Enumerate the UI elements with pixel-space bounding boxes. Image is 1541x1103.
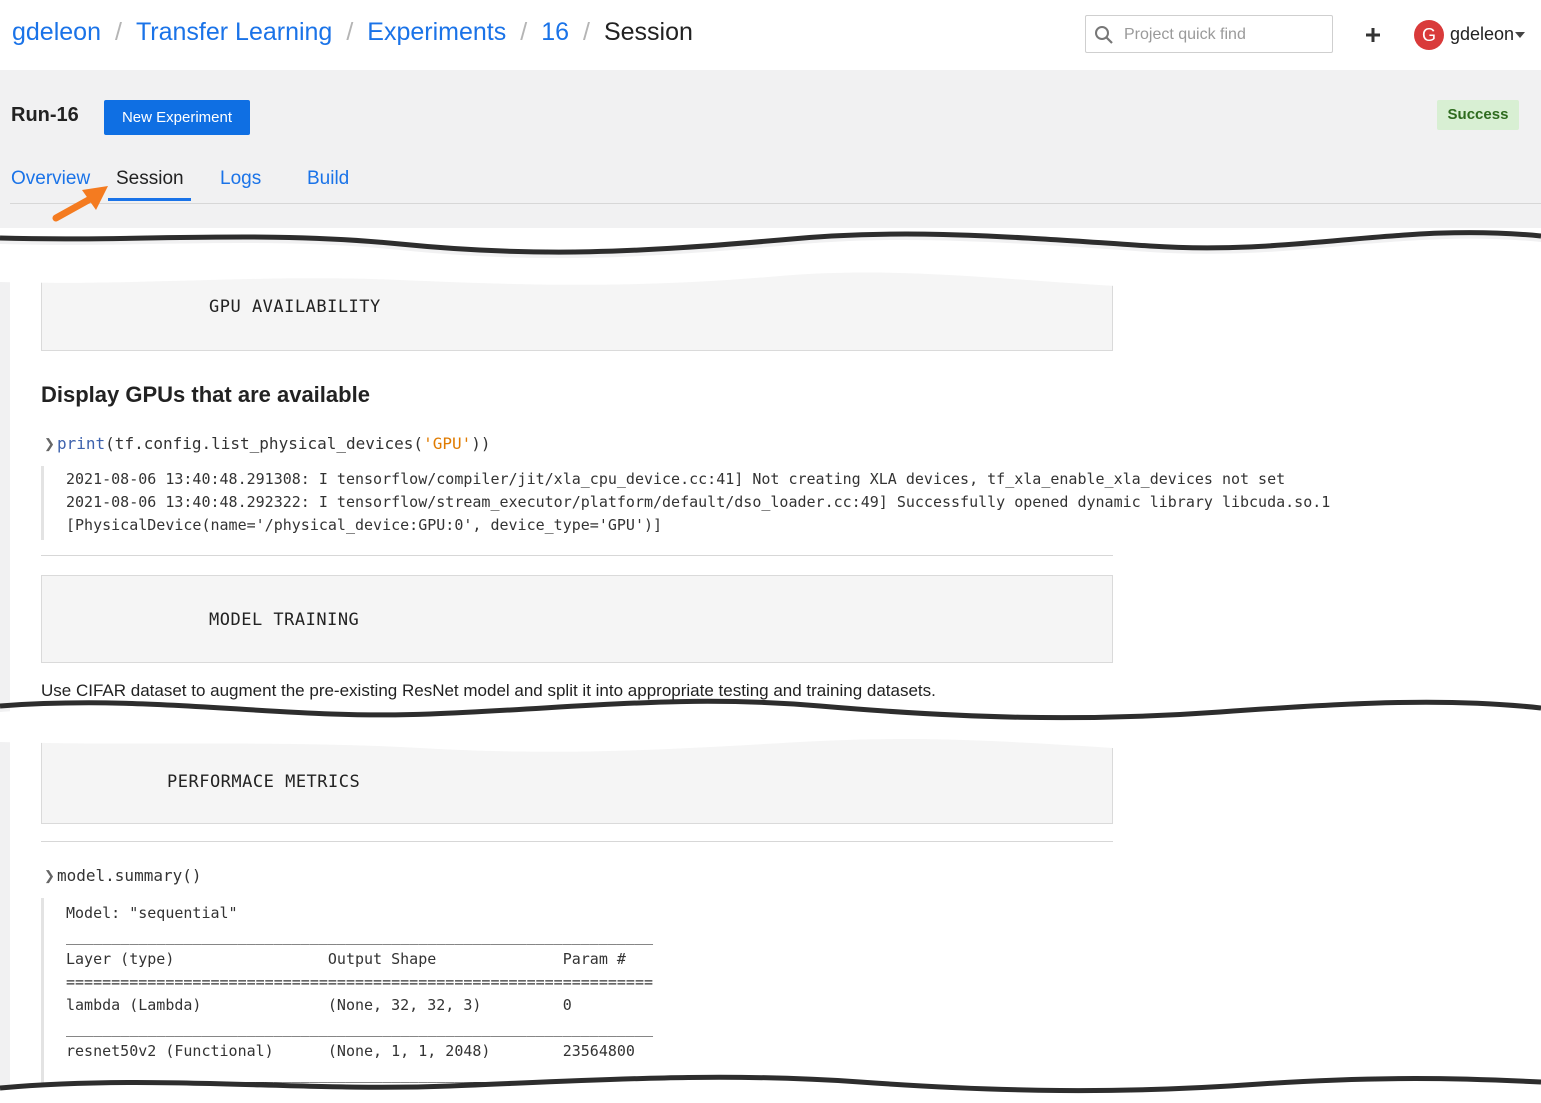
summary-code-cell[interactable]: model.summary() bbox=[57, 866, 202, 885]
model-training-header-cell: MODEL TRAINING bbox=[41, 575, 1113, 663]
output-line: Model: "sequential" bbox=[66, 904, 238, 922]
breadcrumb-separator: / bbox=[114, 18, 122, 46]
output-line: ________________________________________… bbox=[66, 1019, 653, 1037]
output-line: [PhysicalDevice(name='/physical_device:G… bbox=[66, 516, 663, 534]
cell-divider bbox=[41, 555, 1113, 556]
gpu-output-block: 2021-08-06 13:40:48.291308: I tensorflow… bbox=[41, 466, 1330, 540]
run-header bbox=[0, 70, 1541, 260]
active-tab-indicator bbox=[108, 198, 191, 201]
plus-icon[interactable] bbox=[1360, 20, 1386, 50]
breadcrumb-current: Session bbox=[603, 18, 693, 46]
summary-output-block: Model: "sequential" ____________________… bbox=[41, 898, 653, 1103]
output-line: 2021-08-06 13:40:48.292322: I tensorflow… bbox=[66, 493, 1331, 511]
output-line: resnet50v2 (Functional) (None, 1, 1, 204… bbox=[66, 1042, 653, 1060]
output-line: ________________________________________… bbox=[66, 1065, 653, 1083]
cell-divider bbox=[41, 841, 1113, 842]
chevron-right-icon[interactable]: ❯ bbox=[44, 436, 55, 452]
annotation-arrow-icon bbox=[52, 186, 108, 222]
search-input[interactable] bbox=[1122, 21, 1326, 49]
output-line: ========================================… bbox=[66, 973, 653, 991]
model-training-title: MODEL TRAINING bbox=[209, 610, 360, 630]
tab-logs[interactable]: Logs bbox=[220, 168, 261, 190]
search-icon bbox=[1095, 26, 1113, 44]
breadcrumb-item-project[interactable]: Transfer Learning bbox=[136, 18, 332, 46]
output-line: ________________________________________… bbox=[66, 927, 653, 945]
gpu-availability-header-cell: GPU AVAILABILITY bbox=[41, 262, 1113, 351]
new-experiment-button[interactable]: New Experiment bbox=[104, 100, 250, 135]
breadcrumb-separator: / bbox=[346, 18, 354, 46]
gpu-section-heading: Display GPUs that are available bbox=[41, 382, 370, 407]
gpu-availability-title: GPU AVAILABILITY bbox=[209, 297, 381, 317]
chevron-down-icon[interactable] bbox=[1515, 32, 1525, 38]
run-title: Run-16 bbox=[11, 104, 79, 126]
output-line: Layer (type) Output Shape Param # bbox=[66, 950, 653, 968]
gpu-code-cell[interactable]: print(tf.config.list_physical_devices('G… bbox=[57, 434, 491, 453]
breadcrumb: gdeleon / Transfer Learning / Experiments / 16… bbox=[12, 18, 693, 47]
user-menu-label[interactable]: gdeleon bbox=[1450, 24, 1514, 45]
breadcrumb-item-user[interactable]: gdeleon bbox=[12, 18, 101, 46]
status-badge: Success bbox=[1437, 100, 1519, 130]
tab-build[interactable]: Build bbox=[307, 168, 349, 190]
model-training-description: Use CIFAR dataset to augment the pre-exi… bbox=[41, 681, 936, 700]
output-line: 2021-08-06 13:40:48.291308: I tensorflow… bbox=[66, 470, 1286, 488]
performance-metrics-header-cell: PERFORMACE METRICS bbox=[41, 735, 1113, 824]
top-bar: gdeleon / Transfer Learning / Experiments / 16… bbox=[0, 0, 1541, 70]
performance-metrics-title: PERFORMACE METRICS bbox=[167, 772, 361, 792]
project-quick-find bbox=[1085, 15, 1333, 53]
breadcrumb-item-experiments[interactable]: Experiments bbox=[367, 18, 506, 46]
content-rail bbox=[0, 260, 10, 1103]
breadcrumb-separator: / bbox=[583, 18, 590, 46]
avatar[interactable]: G bbox=[1414, 20, 1444, 50]
breadcrumb-item-run[interactable]: 16 bbox=[541, 18, 569, 46]
tab-session[interactable]: Session bbox=[116, 168, 184, 190]
output-line: lambda (Lambda) (None, 32, 32, 3) 0 bbox=[66, 996, 653, 1014]
breadcrumb-separator: / bbox=[520, 18, 528, 46]
chevron-right-icon[interactable]: ❯ bbox=[44, 868, 55, 884]
tabs-divider bbox=[10, 203, 1541, 204]
